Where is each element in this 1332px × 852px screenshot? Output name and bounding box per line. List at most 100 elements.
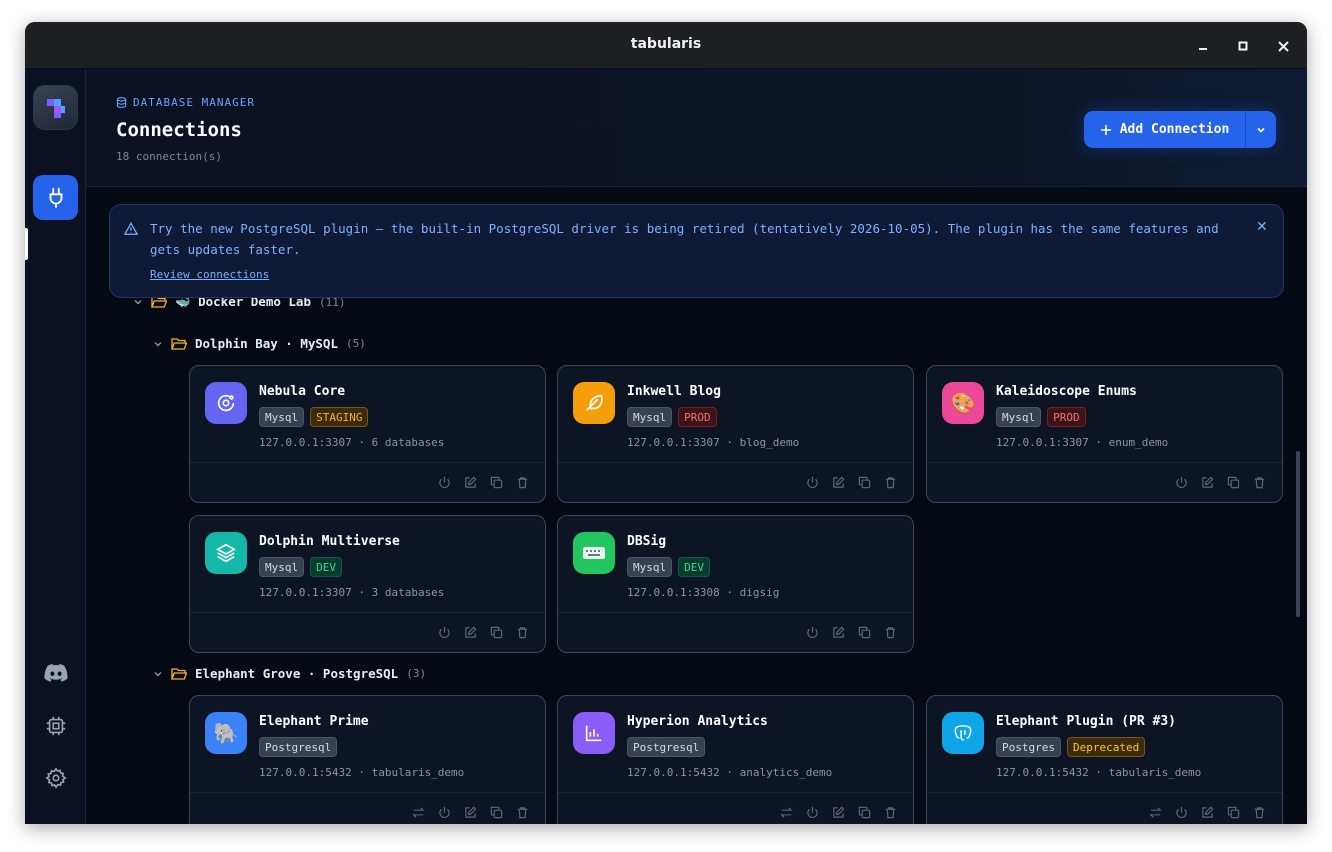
delete-icon[interactable] [883, 625, 897, 639]
duplicate-icon[interactable] [857, 475, 871, 489]
delete-icon[interactable] [515, 625, 529, 639]
connection-avatar [573, 712, 615, 754]
card-actions [779, 805, 897, 819]
section-eyebrow: DATABASE MANAGER [116, 96, 255, 109]
minimize-button[interactable] [1193, 36, 1213, 56]
group-label: Dolphin Bay · MySQL [195, 336, 338, 351]
gear-icon [45, 767, 67, 789]
card-actions [437, 475, 529, 489]
delete-icon[interactable] [883, 475, 897, 489]
connection-meta: 127.0.0.1:3307 · 6 databases [259, 436, 445, 449]
bar-chart-icon [585, 725, 602, 742]
power-icon[interactable] [1174, 805, 1188, 819]
env-badge: STAGING [310, 407, 369, 427]
swap-icon[interactable] [1148, 805, 1162, 819]
connection-card[interactable]: DBSig Mysql DEV 127.0.0.1:3308 · digsig [557, 515, 914, 653]
app-logo[interactable] [33, 85, 78, 130]
env-badge: PROD [1047, 407, 1086, 427]
swap-icon[interactable] [411, 805, 425, 819]
connection-avatar [205, 532, 247, 574]
group-label: Elephant Grove · PostgreSQL [195, 666, 399, 681]
card-divider [558, 792, 913, 793]
chevron-down-icon [1257, 127, 1265, 133]
connection-meta: 127.0.0.1:3307 · 3 databases [259, 586, 445, 599]
duplicate-icon[interactable] [857, 625, 871, 639]
nav-connections[interactable] [33, 175, 78, 220]
edit-icon[interactable] [1200, 805, 1214, 819]
close-window-button[interactable] [1273, 36, 1293, 56]
connection-card[interactable]: Elephant Plugin (PR #3) Postgres Depreca… [926, 695, 1283, 824]
chevron-down-icon [154, 341, 162, 346]
review-connections-link[interactable]: Review connections [150, 268, 269, 281]
card-divider [190, 612, 545, 613]
duplicate-icon[interactable] [489, 805, 503, 819]
connection-name: Hyperion Analytics [627, 714, 768, 729]
connection-meta: 127.0.0.1:5432 · tabularis_demo [996, 766, 1202, 779]
edit-icon[interactable] [831, 805, 845, 819]
nav-settings[interactable] [43, 765, 69, 791]
connection-card[interactable]: Nebula Core Mysql STAGING 127.0.0.1:3307… [189, 365, 546, 503]
edit-icon[interactable] [831, 475, 845, 489]
nav-plugins[interactable] [43, 713, 69, 739]
banner-close-button[interactable]: ✕ [1256, 219, 1268, 235]
scrollbar-thumb[interactable] [1296, 451, 1300, 617]
delete-icon[interactable] [515, 805, 529, 819]
connection-card[interactable]: Dolphin Multiverse Mysql DEV 127.0.0.1:3… [189, 515, 546, 653]
banner-message: Try the new PostgreSQL plugin — the buil… [150, 221, 1219, 257]
maximize-icon [1238, 41, 1248, 51]
connections-list: Try the new PostgreSQL plugin — the buil… [86, 188, 1307, 824]
delete-icon[interactable] [1252, 805, 1266, 819]
edit-icon[interactable] [1200, 475, 1214, 489]
power-icon[interactable] [805, 625, 819, 639]
window-title: tabularis [630, 36, 702, 52]
swap-icon[interactable] [779, 805, 793, 819]
minimize-icon [1199, 48, 1207, 50]
env-badge: PROD [678, 407, 717, 427]
duplicate-icon[interactable] [489, 625, 503, 639]
edit-icon[interactable] [831, 625, 845, 639]
keyboard-icon [583, 547, 605, 559]
chevron-down-icon [134, 300, 142, 305]
power-icon[interactable] [805, 475, 819, 489]
driver-badge: Postgresql [627, 737, 706, 757]
maximize-button[interactable] [1233, 36, 1253, 56]
delete-icon[interactable] [515, 475, 529, 489]
power-icon[interactable] [437, 625, 451, 639]
connection-card[interactable]: 🐘 Elephant Prime Postgresql 127.0.0.1:54… [189, 695, 546, 824]
edit-icon[interactable] [463, 805, 477, 819]
duplicate-icon[interactable] [857, 805, 871, 819]
edit-icon[interactable] [463, 625, 477, 639]
folder-open-icon [171, 667, 187, 680]
power-icon[interactable] [805, 805, 819, 819]
nav-discord[interactable] [43, 660, 69, 686]
group-dolphin-bay[interactable]: Dolphin Bay · MySQL (5) [153, 336, 366, 351]
power-icon[interactable] [437, 475, 451, 489]
app-window: tabularis DATABASE MANAGER Connections 1… [25, 22, 1307, 824]
add-connection-button[interactable]: Add Connection [1084, 111, 1276, 148]
delete-icon[interactable] [883, 805, 897, 819]
group-elephant-grove[interactable]: Elephant Grove · PostgreSQL (3) [153, 666, 426, 681]
add-connection-main[interactable]: Add Connection [1084, 111, 1245, 148]
orbit-icon [217, 394, 235, 412]
card-actions [411, 805, 529, 819]
connection-avatar: 🎨 [942, 382, 984, 424]
power-icon[interactable] [1174, 475, 1188, 489]
duplicate-icon[interactable] [1226, 475, 1240, 489]
edit-icon[interactable] [463, 475, 477, 489]
connection-meta: 127.0.0.1:3308 · digsig [627, 586, 780, 599]
connection-card[interactable]: Hyperion Analytics Postgresql 127.0.0.1:… [557, 695, 914, 824]
discord-icon [44, 664, 68, 682]
connection-card[interactable]: Inkwell Blog Mysql PROD 127.0.0.1:3307 ·… [557, 365, 914, 503]
page-header: DATABASE MANAGER Connections 18 connecti… [86, 69, 1307, 187]
power-icon[interactable] [437, 805, 451, 819]
group-count: (3) [406, 667, 427, 680]
connection-avatar: 🐘 [205, 712, 247, 754]
add-connection-dropdown[interactable] [1245, 111, 1276, 148]
connection-tags: Postgres Deprecated [996, 737, 1146, 757]
delete-icon[interactable] [1252, 475, 1266, 489]
duplicate-icon[interactable] [489, 475, 503, 489]
connection-card[interactable]: 🎨 Kaleidoscope Enums Mysql PROD 127.0.0.… [926, 365, 1283, 503]
driver-badge: Mysql [627, 557, 673, 577]
connection-tags: Mysql STAGING [259, 407, 369, 427]
duplicate-icon[interactable] [1226, 805, 1240, 819]
